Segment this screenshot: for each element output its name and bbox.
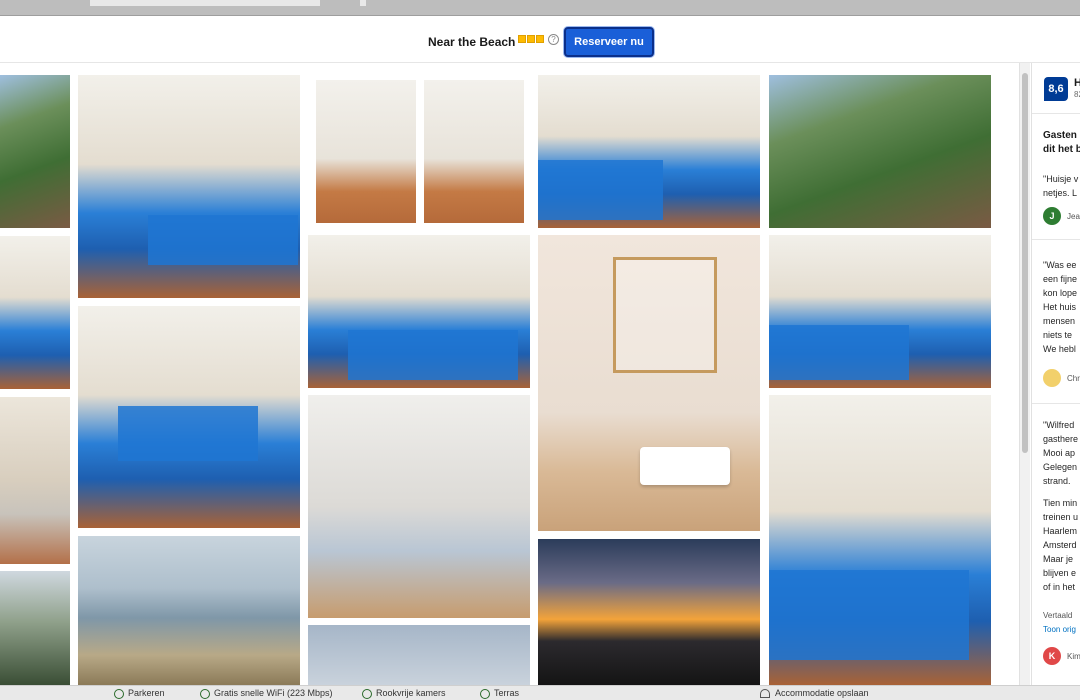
review-text-line: Het huis	[1043, 302, 1077, 312]
reviewer-avatar: J	[1043, 207, 1061, 225]
divider	[1032, 113, 1080, 114]
gallery-photo[interactable]	[78, 75, 300, 298]
bed-cover	[148, 215, 298, 265]
gallery-photo[interactable]	[769, 235, 991, 388]
review-text-line: strand.	[1043, 476, 1071, 486]
gallery-photo[interactable]	[424, 80, 524, 223]
star-icon	[527, 35, 535, 43]
review-sidebar: 8,6 H 82 Gasten dit het b "Huisje v netj…	[1031, 63, 1080, 685]
reviews-heading-line: Gasten	[1043, 130, 1077, 141]
gallery-photo[interactable]	[0, 397, 70, 564]
reviewer-name: Jea	[1067, 212, 1080, 221]
facility-parking: Parkeren	[114, 686, 165, 700]
mirror-cabinet	[613, 257, 717, 373]
review-text-line: Tien min	[1043, 498, 1078, 508]
review-text-line: "Was ee	[1043, 260, 1077, 270]
review-text-line: Haarlem	[1043, 526, 1078, 536]
review-score-badge[interactable]: 8,6	[1044, 77, 1068, 101]
photo-gallery[interactable]	[0, 63, 1018, 685]
gallery-photo[interactable]	[538, 539, 760, 685]
review-text-line: of in het	[1043, 582, 1076, 592]
terrace-icon	[480, 688, 490, 699]
no-smoking-icon	[362, 688, 372, 699]
gallery-photo[interactable]	[316, 80, 416, 223]
facilities-bar: Parkeren Gratis snelle WiFi (223 Mbps) R…	[0, 685, 1080, 700]
gallery-photo[interactable]	[538, 235, 760, 531]
star-rating	[518, 35, 544, 43]
review-count: 82	[1074, 90, 1080, 99]
review-text-line: Maar je	[1043, 554, 1074, 564]
gallery-photo[interactable]	[78, 306, 300, 528]
review-text-line: blijven e	[1043, 568, 1077, 578]
facility-wifi: Gratis snelle WiFi (223 Mbps)	[200, 686, 333, 700]
gallery-photo[interactable]	[769, 75, 991, 228]
facility-label: Terras	[494, 688, 520, 698]
bed-cover	[769, 325, 909, 380]
bed-cover	[348, 330, 518, 380]
divider	[1032, 403, 1080, 404]
top-strip-fragment	[230, 0, 320, 6]
gallery-photo[interactable]	[78, 536, 300, 685]
gallery-scrollbar[interactable]	[1019, 63, 1030, 685]
browser-top-strip	[0, 0, 1080, 16]
review-text-line: mensen	[1043, 316, 1076, 326]
gallery-photo[interactable]	[538, 75, 760, 228]
translated-label: Vertaald	[1043, 611, 1073, 620]
parking-icon	[114, 688, 124, 699]
save-label: Accommodatie opslaan	[775, 688, 869, 698]
show-original-link[interactable]: Toon orig	[1043, 623, 1076, 636]
gallery-photo[interactable]	[0, 236, 70, 389]
heart-icon	[760, 689, 770, 699]
reviewer-name: Kim	[1067, 652, 1080, 661]
review-text-line: kon lope	[1043, 288, 1078, 298]
info-icon[interactable]: ?	[548, 34, 559, 45]
reserve-now-button[interactable]: Reserveer nu	[564, 27, 654, 57]
divider	[1032, 239, 1080, 240]
facility-label: Gratis snelle WiFi (223 Mbps)	[214, 688, 333, 698]
facility-label: Parkeren	[128, 688, 165, 698]
wifi-icon	[200, 688, 210, 699]
review-text-line: "Wilfred	[1043, 420, 1075, 430]
review-text-line: gasthere	[1043, 434, 1079, 444]
scrollbar-thumb[interactable]	[1022, 73, 1028, 453]
star-icon	[536, 35, 544, 43]
review-text-line: We hebl	[1043, 344, 1076, 354]
reviewer-name: Chr	[1067, 374, 1080, 383]
gallery-photo[interactable]	[769, 395, 991, 685]
review-text-line: netjes. L	[1043, 188, 1078, 198]
gallery-photo[interactable]	[0, 571, 70, 685]
gallery-photo[interactable]	[308, 235, 530, 388]
facility-nonsmoking: Rookvrije kamers	[362, 686, 446, 700]
gallery-header: Near the Beach ? Reserveer nu	[0, 17, 1080, 63]
review-text-line: treinen u	[1043, 512, 1079, 522]
star-icon	[518, 35, 526, 43]
reviews-heading-line: dit het b	[1043, 144, 1080, 155]
hotel-name: Near the Beach	[428, 35, 516, 49]
top-strip-fragment	[360, 0, 366, 6]
review-text-line: "Huisje v	[1043, 174, 1079, 184]
review-text-line: Mooi ap	[1043, 448, 1076, 458]
save-accommodation-button[interactable]: Accommodatie opslaan	[760, 686, 869, 700]
top-strip-fragment	[90, 0, 230, 6]
bed-cover	[769, 570, 969, 660]
gallery-photo[interactable]	[308, 395, 530, 618]
washbasin	[640, 447, 730, 485]
review-score-word: H	[1074, 77, 1080, 89]
reviewer-avatar: K	[1043, 647, 1061, 665]
reviewer-avatar	[1043, 369, 1061, 387]
review-text-line: Amsterd	[1043, 540, 1077, 550]
gallery-photo[interactable]	[308, 625, 530, 685]
review-text-line: een fijne	[1043, 274, 1078, 284]
facility-label: Rookvrije kamers	[376, 688, 446, 698]
bed-cover	[118, 406, 258, 461]
gallery-photo[interactable]	[0, 75, 70, 228]
review-text-line: niets te	[1043, 330, 1073, 340]
review-text-line: Gelegen	[1043, 462, 1078, 472]
bed-cover	[538, 160, 663, 220]
facility-terrace: Terras	[480, 686, 519, 700]
